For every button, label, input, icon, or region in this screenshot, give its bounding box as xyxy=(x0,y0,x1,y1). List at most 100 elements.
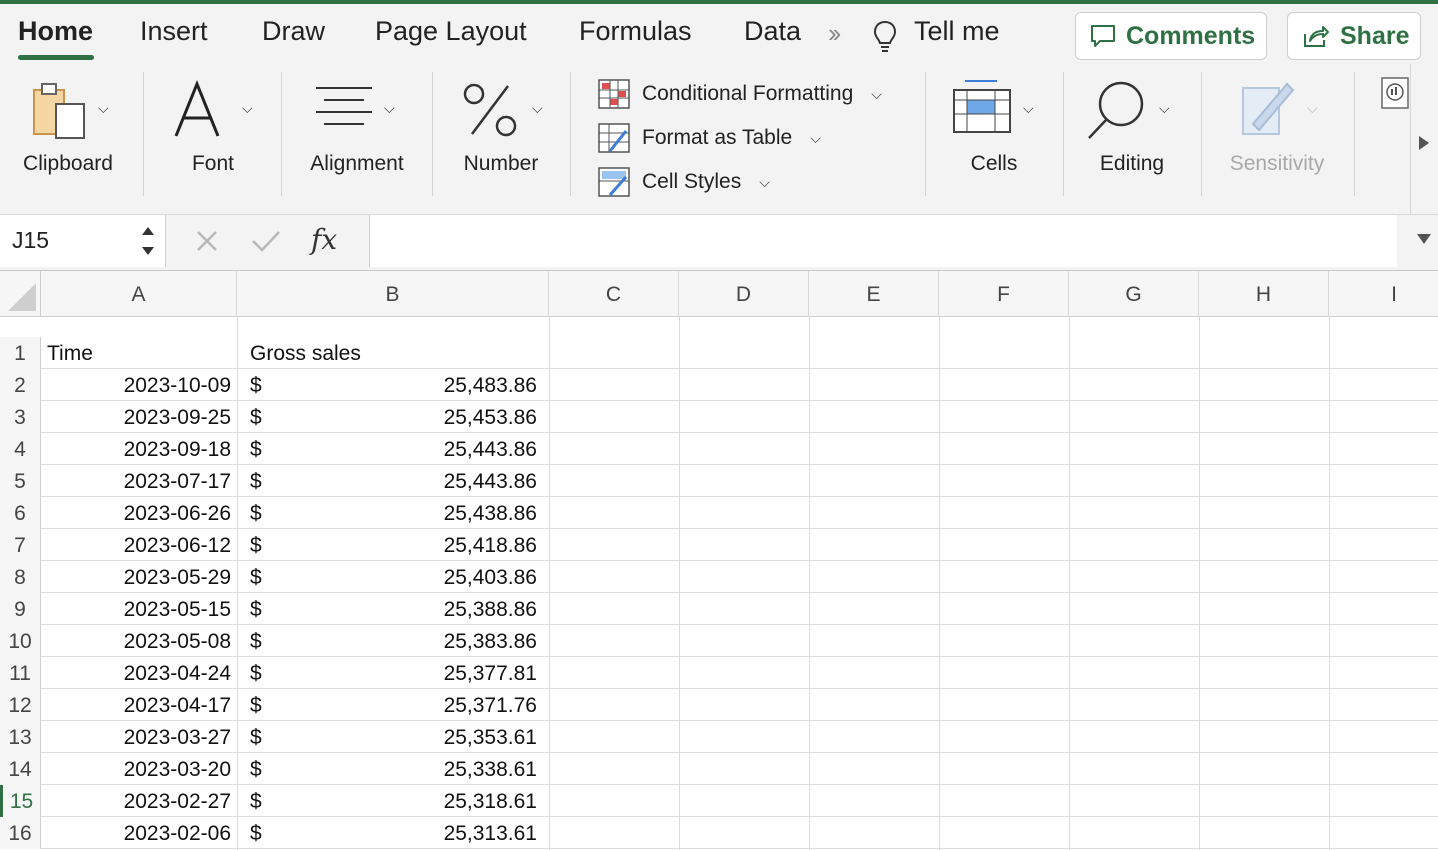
more-tabs-chevron-icon[interactable]: ›› xyxy=(828,18,841,49)
tab-home[interactable]: Home xyxy=(18,16,93,47)
row-header-6[interactable]: 6 xyxy=(0,497,41,529)
share-button[interactable]: Share xyxy=(1287,12,1421,60)
tab-page-layout[interactable]: Page Layout xyxy=(375,16,527,47)
row-header-14[interactable]: 14 xyxy=(0,753,41,785)
cancel-icon[interactable] xyxy=(195,229,219,253)
spreadsheet-grid[interactable]: ABCDEFGHI 1 Time Gross sales 2 2023-10-09 $25… xyxy=(0,270,1438,850)
tell-me-search[interactable]: Tell me xyxy=(914,16,1000,47)
cell-b16[interactable]: 25,313.61 xyxy=(237,817,543,849)
ribbon-scroll-right-icon[interactable] xyxy=(1419,136,1429,150)
chevron-down-icon: ⌵ xyxy=(1023,100,1034,116)
comments-button[interactable]: Comments xyxy=(1075,12,1267,60)
column-header-f[interactable]: F xyxy=(939,271,1069,317)
cell-a12[interactable]: 2023-04-17 xyxy=(41,689,237,721)
cell-a11[interactable]: 2023-04-24 xyxy=(41,657,237,689)
number-label: Number xyxy=(463,152,539,175)
cell-b5[interactable]: 25,443.86 xyxy=(237,465,543,497)
cell-a5[interactable]: 2023-07-17 xyxy=(41,465,237,497)
ribbon-separator xyxy=(1201,72,1202,196)
column-header-a[interactable]: A xyxy=(41,271,237,317)
row-header-9[interactable]: 9 xyxy=(0,593,41,625)
row-header-10[interactable]: 10 xyxy=(0,625,41,657)
formula-actions: fx xyxy=(175,215,359,267)
name-box-value: J15 xyxy=(12,227,50,253)
cell-a8[interactable]: 2023-05-29 xyxy=(41,561,237,593)
tab-formulas[interactable]: Formulas xyxy=(579,16,692,47)
cell-b6[interactable]: 25,438.86 xyxy=(237,497,543,529)
number-group[interactable]: ⌵ Number xyxy=(434,64,568,214)
row-header-11[interactable]: 11 xyxy=(0,657,41,689)
cell-b12[interactable]: 25,371.76 xyxy=(237,689,543,721)
editing-group[interactable]: ⌵ Editing xyxy=(1065,64,1199,214)
cells-group[interactable]: ⌵ Cells xyxy=(927,64,1061,214)
cell-a3[interactable]: 2023-09-25 xyxy=(41,401,237,433)
clipboard-group[interactable]: ⌵ Clipboard xyxy=(0,64,140,214)
cell-b13[interactable]: 25,353.61 xyxy=(237,721,543,753)
cell-b14[interactable]: 25,338.61 xyxy=(237,753,543,785)
formula-expand-icon[interactable] xyxy=(1417,234,1431,244)
row-header-4[interactable]: 4 xyxy=(0,433,41,465)
row-header-13[interactable]: 13 xyxy=(0,721,41,753)
row-header-8[interactable]: 8 xyxy=(0,561,41,593)
cell-a10[interactable]: 2023-05-08 xyxy=(41,625,237,657)
tab-draw[interactable]: Draw xyxy=(262,16,325,47)
formula-input[interactable] xyxy=(369,215,1397,267)
cell-b8[interactable]: 25,403.86 xyxy=(237,561,543,593)
add-ins-icon[interactable] xyxy=(1380,76,1410,110)
row-header-16[interactable]: 16 xyxy=(0,817,41,849)
row-header-1[interactable]: 1 xyxy=(0,337,41,369)
row-header-12[interactable]: 12 xyxy=(0,689,41,721)
cell-a7[interactable]: 2023-06-12 xyxy=(41,529,237,561)
row-header-3[interactable]: 3 xyxy=(0,401,41,433)
cell-a4[interactable]: 2023-09-18 xyxy=(41,433,237,465)
font-group[interactable]: ⌵ Font xyxy=(146,64,280,214)
cell-styles-button[interactable]: Cell Styles ⌵ xyxy=(598,165,770,199)
cell-b4[interactable]: 25,443.86 xyxy=(237,433,543,465)
chevron-down-icon: ⌵ xyxy=(1307,100,1318,116)
cell-b7[interactable]: 25,418.86 xyxy=(237,529,543,561)
enter-check-icon[interactable] xyxy=(251,229,281,253)
cell-b9[interactable]: 25,388.86 xyxy=(237,593,543,625)
cell-b1[interactable]: Gross sales xyxy=(244,337,361,369)
name-box[interactable]: J15 xyxy=(0,215,166,267)
cell-a1[interactable]: Time xyxy=(41,337,237,369)
cell-a9[interactable]: 2023-05-15 xyxy=(41,593,237,625)
cell-b3[interactable]: 25,453.86 xyxy=(237,401,543,433)
cell-b11[interactable]: 25,377.81 xyxy=(237,657,543,689)
row-header-15[interactable]: 15 xyxy=(0,785,41,817)
cell-a15[interactable]: 2023-02-27 xyxy=(41,785,237,817)
ribbon-separator xyxy=(143,72,144,196)
select-all-corner[interactable] xyxy=(0,271,41,317)
cell-b10[interactable]: 25,383.86 xyxy=(237,625,543,657)
chevron-down-icon: ⌵ xyxy=(810,129,821,146)
ribbon-home: ⌵ Clipboard ⌵ Font ⌵ Alignment ⌵ Number xyxy=(0,64,1410,214)
row-header-2[interactable]: 2 xyxy=(0,369,41,401)
column-header-h[interactable]: H xyxy=(1199,271,1329,317)
tab-data[interactable]: Data xyxy=(744,16,801,47)
column-header-c[interactable]: C xyxy=(549,271,679,317)
alignment-group[interactable]: ⌵ Alignment xyxy=(284,64,430,214)
cell-a14[interactable]: 2023-03-20 xyxy=(41,753,237,785)
cell-a6[interactable]: 2023-06-26 xyxy=(41,497,237,529)
cell-b15[interactable]: 25,318.61 xyxy=(237,785,543,817)
column-header-b[interactable]: B xyxy=(237,271,549,317)
format-as-table-button[interactable]: Format as Table ⌵ xyxy=(598,121,821,155)
column-header-g[interactable]: G xyxy=(1069,271,1199,317)
lightbulb-icon[interactable] xyxy=(872,20,898,54)
column-header-i[interactable]: I xyxy=(1329,271,1438,317)
grid-column-line xyxy=(1199,317,1200,850)
name-box-stepper-icon[interactable] xyxy=(140,221,156,261)
row-header-5[interactable]: 5 xyxy=(0,465,41,497)
cell-a16[interactable]: 2023-02-06 xyxy=(41,817,237,849)
conditional-formatting-button[interactable]: Conditional Formatting ⌵ xyxy=(598,77,882,111)
conditional-formatting-icon xyxy=(598,79,630,109)
cell-a2[interactable]: 2023-10-09 xyxy=(41,369,237,401)
function-fx-icon[interactable]: fx xyxy=(311,223,337,256)
cell-b2[interactable]: 25,483.86 xyxy=(237,369,543,401)
tab-insert[interactable]: Insert xyxy=(140,16,208,47)
row-header-7[interactable]: 7 xyxy=(0,529,41,561)
column-header-e[interactable]: E xyxy=(809,271,939,317)
alignment-label: Alignment xyxy=(310,152,404,175)
column-header-d[interactable]: D xyxy=(679,271,809,317)
cell-a13[interactable]: 2023-03-27 xyxy=(41,721,237,753)
